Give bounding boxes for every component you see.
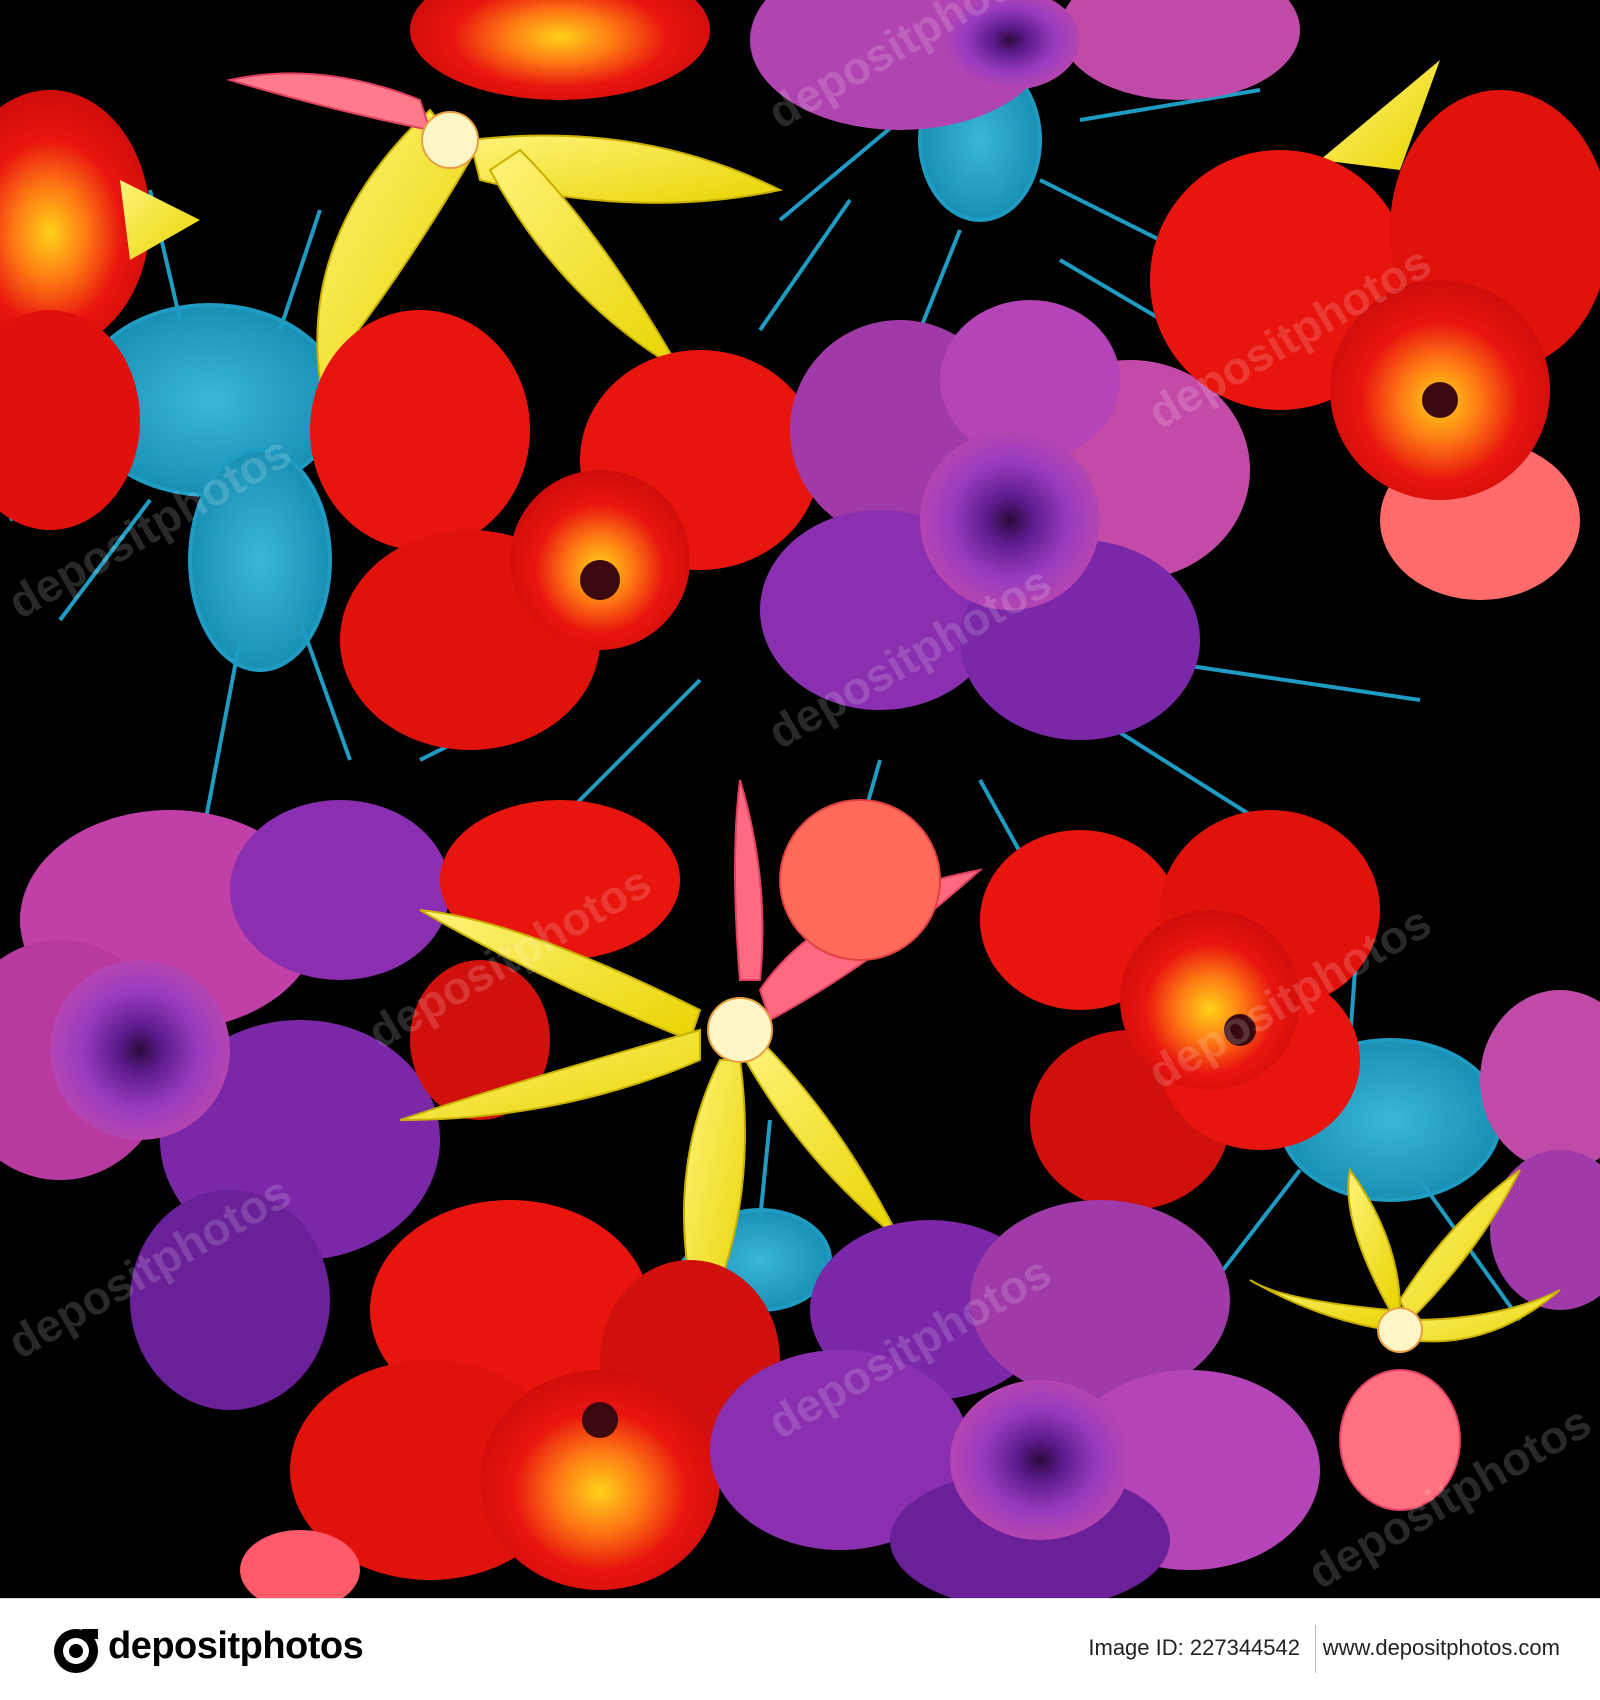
image-id-text: Image ID: 227344542 <box>1088 1635 1300 1661</box>
stock-footer-bar: depositphotos Image ID: 227344542 www.de… <box>0 1598 1600 1700</box>
brand-name: depositphotos <box>108 1625 364 1667</box>
stock-image-page: depositphotos depositphotos depositphoto… <box>0 0 1600 1700</box>
image-id-label: Image ID: <box>1088 1635 1184 1660</box>
depositphotos-logo-icon <box>54 1629 98 1673</box>
floral-watercolor-artwork: depositphotos depositphotos depositphoto… <box>0 0 1600 1598</box>
red-flower-center-left <box>310 310 820 750</box>
site-url[interactable]: www.depositphotos.com <box>1323 1635 1560 1661</box>
footer-divider <box>1315 1625 1316 1673</box>
image-id-value: 227344542 <box>1189 1635 1300 1660</box>
red-flower-top <box>410 0 710 100</box>
purple-flower-right-edge <box>1480 990 1600 1310</box>
